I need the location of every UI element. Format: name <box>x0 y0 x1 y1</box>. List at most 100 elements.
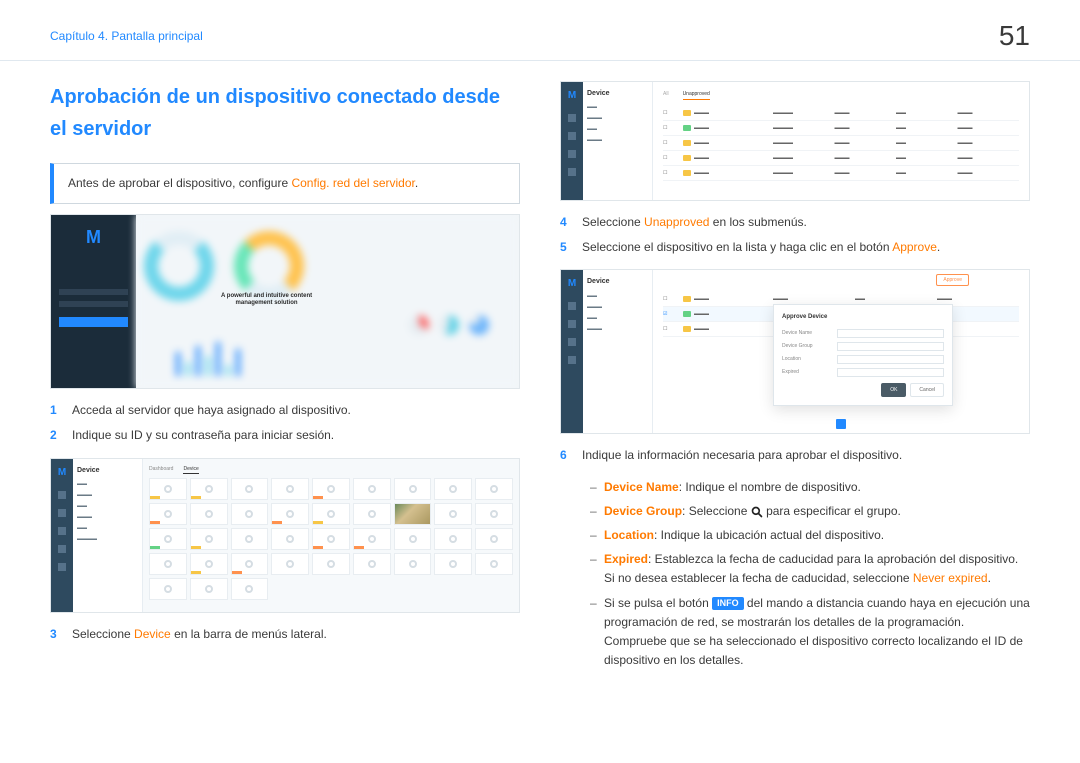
screenshot-approve-modal: M Device ▬▬▬▬▬▬▬▬▬▬ Approve ☐▬▬▬▬▬▬▬▬▬▬▬… <box>560 269 1030 434</box>
step-row: 3 Seleccione Device en la barra de menús… <box>50 625 520 644</box>
ss4-main: Approve ☐▬▬▬▬▬▬▬▬▬▬▬ ☑▬▬▬▬▬▬▬▬▬▬▬ ☐▬▬▬▬▬… <box>653 270 1029 433</box>
ss4-sidebar: Device ▬▬▬▬▬▬▬▬▬▬ <box>583 270 653 433</box>
field-descriptions: Device Name: Indique el nombre de dispos… <box>560 478 1030 671</box>
pager-icon[interactable] <box>836 419 846 429</box>
modal-title: Approve Device <box>782 313 944 323</box>
ss3-main: All Unapproved ☐▬▬▬▬▬▬▬▬▬▬▬▬▬▬▬ ☐▬▬▬▬▬▬▬… <box>653 82 1029 200</box>
ss4-navbar: M <box>561 270 583 433</box>
step-text: Indique su ID y su contraseña para inici… <box>72 426 334 445</box>
step-row: 5 Seleccione el dispositivo en la lista … <box>560 238 1030 257</box>
table-row[interactable]: ☐▬▬▬▬▬▬▬▬▬▬▬▬▬▬▬ <box>663 151 1019 166</box>
step-text: Indique la información necesaria para ap… <box>582 446 902 465</box>
tab-device[interactable]: Device <box>183 465 198 474</box>
ss3-sidebar: Device ▬▬▬▬▬▬▬▬▬▬ <box>583 82 653 200</box>
nav-icon[interactable] <box>568 320 576 328</box>
pie-chart-icon <box>144 231 214 301</box>
ss1-sidebar: M <box>51 215 136 388</box>
logo-icon: M <box>58 465 66 481</box>
page-number: 51 <box>999 20 1030 52</box>
callout-prefix: Antes de aprobar el dispositivo, configu… <box>68 176 291 190</box>
device-grid <box>149 478 513 600</box>
list-item: Device Name: Indique el nombre de dispos… <box>590 478 1030 497</box>
list-item: Expired: Establezca la fecha de caducida… <box>590 550 1030 588</box>
nav-icon[interactable] <box>58 545 66 553</box>
nav-icon[interactable] <box>568 338 576 346</box>
screenshot-device-grid: M Device ▬▬▬▬▬▬▬ ▬▬▬▬▬▬▬▬▬ Dashboard Dev… <box>50 458 520 613</box>
step-num: 3 <box>50 625 62 644</box>
expired-input[interactable] <box>837 368 944 377</box>
steps-1-2: 1 Acceda al servidor que haya asignado a… <box>50 401 520 445</box>
step-num: 1 <box>50 401 62 420</box>
device-thumb[interactable] <box>394 503 432 525</box>
approve-modal: Approve Device Device Name Device Group … <box>773 304 953 406</box>
nav-icon[interactable] <box>568 114 576 122</box>
page-content: Aprobación de un dispositivo conectado d… <box>0 61 1080 708</box>
ss3-tabs: All Unapproved <box>663 90 1019 100</box>
sidebar-title: Device <box>587 276 648 287</box>
sidebar-title: Device <box>77 465 138 476</box>
logo-icon: M <box>51 215 136 259</box>
ss1-dashboard <box>136 215 519 388</box>
callout-suffix: . <box>415 176 418 190</box>
table-row[interactable]: ☐▬▬▬▬▬▬▬▬▬▬▬▬▬▬▬ <box>663 106 1019 121</box>
nav-icon[interactable] <box>568 302 576 310</box>
ss2-main: Dashboard Device <box>143 459 519 612</box>
list-item: Si se pulsa el botón INFO del mando a di… <box>590 594 1030 671</box>
logo-icon: M <box>568 88 576 104</box>
ss2-sidebar: Device ▬▬▬▬▬▬▬ ▬▬▬▬▬▬▬▬▬ <box>73 459 143 612</box>
nav-icon[interactable] <box>568 168 576 176</box>
ok-button[interactable]: OK <box>881 383 906 397</box>
login-button[interactable] <box>59 317 128 327</box>
chapter-label: Capítulo 4. Pantalla principal <box>50 29 203 43</box>
table-row[interactable]: ☐▬▬▬▬▬▬▬▬▬▬▬▬▬▬▬ <box>663 121 1019 136</box>
cancel-button[interactable]: Cancel <box>910 383 944 397</box>
step-num: 6 <box>560 446 572 465</box>
nav-icon[interactable] <box>568 150 576 158</box>
step-num: 2 <box>50 426 62 445</box>
nav-icon[interactable] <box>58 509 66 517</box>
table-row[interactable]: ☐▬▬▬▬▬▬▬▬▬▬▬▬▬▬▬ <box>663 166 1019 181</box>
field-label: Device Name <box>604 480 679 494</box>
nav-icon[interactable] <box>58 491 66 499</box>
tab-all[interactable]: All <box>663 90 669 100</box>
field-label: Location <box>604 528 654 542</box>
ss1-login-form <box>51 259 136 357</box>
search-icon <box>751 506 763 518</box>
tab-dashboard[interactable]: Dashboard <box>149 465 173 474</box>
device-group-input[interactable] <box>837 342 944 351</box>
list-item: Device Group: Seleccione para especifica… <box>590 502 1030 521</box>
location-input[interactable] <box>837 355 944 364</box>
callout-note: Antes de aprobar el dispositivo, configu… <box>50 163 520 204</box>
field-device-name: Device Name <box>782 329 944 338</box>
field-label: Device Group <box>604 504 682 518</box>
nav-icon[interactable] <box>568 356 576 364</box>
ss2-navbar: M <box>51 459 73 612</box>
main-title: Aprobación de un dispositivo conectado d… <box>50 81 520 145</box>
ss3-navbar: M <box>561 82 583 200</box>
step-row: 6 Indique la información necesaria para … <box>560 446 1030 465</box>
nav-icon[interactable] <box>58 563 66 571</box>
page-header: Capítulo 4. Pantalla principal 51 <box>0 0 1080 61</box>
field-device-group: Device Group <box>782 342 944 351</box>
steps-3: 3 Seleccione Device en la barra de menús… <box>50 625 520 644</box>
callout-link: Config. red del servidor <box>291 176 414 190</box>
device-name-input[interactable] <box>837 329 944 338</box>
screenshot-login: M <box>50 214 520 389</box>
info-badge: INFO <box>712 597 744 610</box>
table-row[interactable]: ☐▬▬▬▬▬▬▬▬▬▬▬▬▬▬▬ <box>663 136 1019 151</box>
step-text: Acceda al servidor que haya asignado al … <box>72 401 351 420</box>
steps-6: 6 Indique la información necesaria para … <box>560 446 1030 465</box>
screenshot-unapproved-list: M Device ▬▬▬▬▬▬▬▬▬▬ All Unapproved ☐▬▬▬▬… <box>560 81 1030 201</box>
step-text: Seleccione el dispositivo en la lista y … <box>582 238 940 257</box>
nav-icon[interactable] <box>568 132 576 140</box>
step-row: 4 Seleccione Unapproved en los submenús. <box>560 213 1030 232</box>
step-text: Seleccione Device en la barra de menús l… <box>72 625 327 644</box>
steps-4-5: 4 Seleccione Unapproved en los submenús.… <box>560 213 1030 257</box>
step-row: 2 Indique su ID y su contraseña para ini… <box>50 426 520 445</box>
tab-unapproved[interactable]: Unapproved <box>683 90 710 100</box>
field-location: Location <box>782 355 944 364</box>
step-text: Seleccione Unapproved en los submenús. <box>582 213 807 232</box>
approve-button[interactable]: Approve <box>936 274 969 286</box>
list-item: Location: Indique la ubicación actual de… <box>590 526 1030 545</box>
nav-icon[interactable] <box>58 527 66 535</box>
